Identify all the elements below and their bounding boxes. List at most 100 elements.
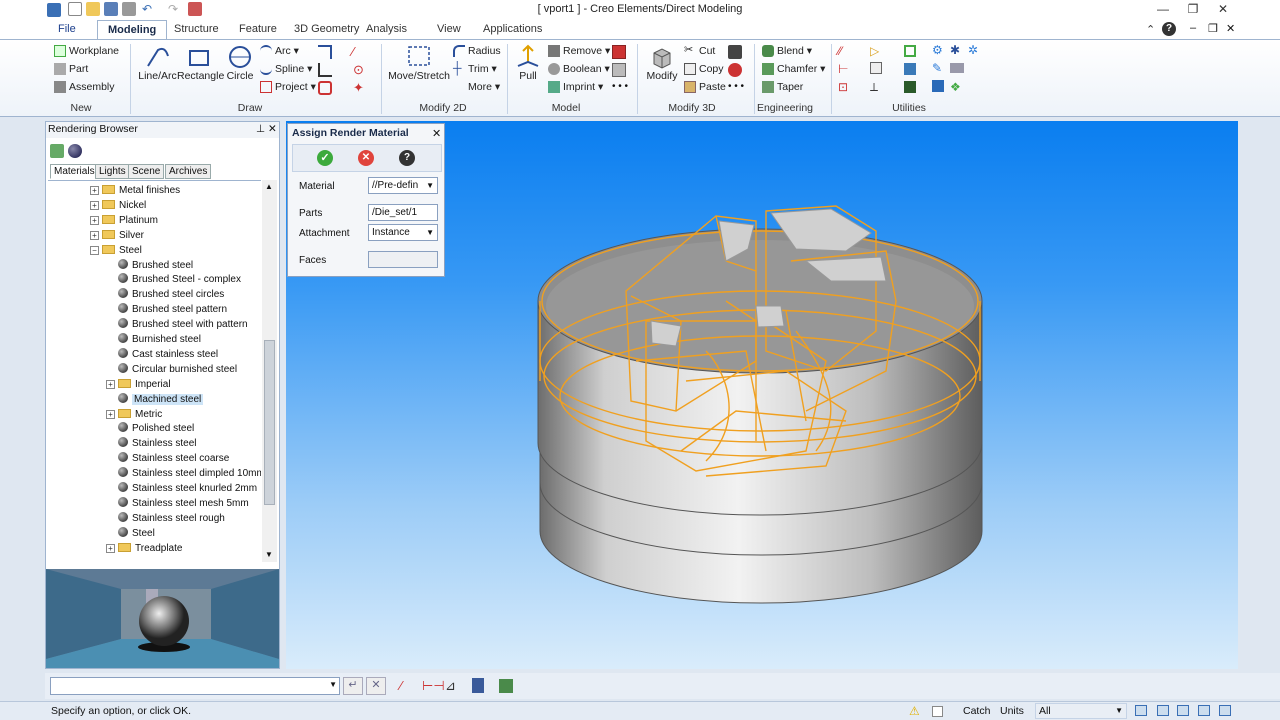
tree-scrollbar[interactable]: ▲ ▼ (262, 180, 277, 562)
expand-icon[interactable]: + (90, 200, 99, 210)
cancel-x-icon[interactable]: ✕ (358, 150, 374, 166)
calculator-icon[interactable] (472, 678, 484, 693)
enter-icon[interactable]: ↵ (343, 677, 363, 695)
table-icon[interactable] (870, 62, 882, 74)
layout-quad-icon[interactable] (1177, 705, 1189, 716)
tree-material-item[interactable]: Stainless steel knurled 2mm (118, 481, 257, 496)
expand-icon[interactable]: + (106, 543, 115, 553)
warning-icon[interactable]: ⚠ (909, 704, 920, 718)
arc-button[interactable]: Arc ▾ (260, 45, 299, 57)
minimize-ribbon-icon[interactable]: ⌃ (1146, 23, 1155, 36)
taper-button[interactable]: Taper (762, 81, 803, 94)
tab-analysis[interactable]: Analysis (356, 20, 417, 40)
attachment-select[interactable]: Instance ▼ (368, 224, 438, 241)
paste-button[interactable]: Paste (684, 81, 726, 94)
line-tool-icon[interactable]: ⁄ (352, 44, 354, 59)
sketch-icon[interactable] (318, 81, 332, 95)
tree-material-item[interactable]: Brushed Steel - complex (118, 272, 241, 287)
layout-horizontal-icon[interactable] (1219, 705, 1231, 716)
command-input[interactable]: ▼ (50, 677, 340, 695)
doc-minimize-button[interactable]: – (1190, 22, 1196, 34)
remove-button[interactable]: Remove ▾ (548, 45, 610, 58)
select-filter-icon[interactable] (904, 45, 916, 57)
tree-folder[interactable]: + Treadplate (106, 541, 182, 556)
tree-material-item[interactable]: Brushed steel with pattern (118, 317, 248, 332)
tab-lights[interactable]: Lights (95, 164, 130, 179)
tree-material-item[interactable]: Circular burnished steel (118, 362, 237, 377)
move-stretch-button[interactable]: Move/Stretch (388, 44, 450, 82)
sphere-icon[interactable] (68, 144, 82, 158)
crosshair-icon[interactable]: ⊙ (353, 62, 364, 78)
tree-folder[interactable]: − Steel (90, 243, 142, 258)
close-button[interactable]: ✕ (1211, 2, 1235, 18)
part-button[interactable]: Part (54, 63, 88, 76)
cube-view-icon[interactable] (904, 63, 916, 75)
restore-button[interactable]: ❐ (1181, 2, 1205, 18)
ok-check-icon[interactable]: ✓ (317, 150, 333, 166)
tab-archives[interactable]: Archives (165, 164, 212, 179)
tree-folder[interactable]: + Imperial (106, 377, 171, 392)
layout-split-icon[interactable] (1157, 705, 1169, 716)
tree-material-item[interactable]: Cast stainless steel (118, 347, 218, 362)
trim-button[interactable]: ┼ Trim ▾ (453, 62, 497, 75)
line-arc-button[interactable]: Line/Arc (135, 44, 180, 82)
angle-snap-icon[interactable]: ⊿ (445, 678, 456, 694)
network-icon[interactable]: ✲ (968, 43, 978, 57)
cube-icon[interactable] (932, 80, 944, 92)
collapse-icon[interactable]: − (90, 245, 99, 255)
point-icon[interactable]: ✦ (353, 80, 364, 96)
flag-icon[interactable]: ▷ (870, 44, 879, 58)
layout-vertical-icon[interactable] (1198, 705, 1210, 716)
expand-icon[interactable]: + (106, 409, 115, 419)
gear-icon[interactable]: ⚙ (932, 43, 943, 57)
parts-field[interactable]: /Die_set/1 (368, 204, 438, 221)
boolean-button[interactable]: Boolean ▾ (548, 63, 610, 76)
blend-button[interactable]: Blend ▾ (762, 45, 812, 58)
tree-material-item[interactable]: Burnished steel (118, 332, 201, 347)
tab-modeling[interactable]: Modeling (97, 20, 168, 40)
pattern-icon[interactable] (728, 63, 742, 77)
pull-button[interactable]: Pull (512, 44, 544, 82)
panel-close-icon[interactable]: ✕ (268, 122, 277, 137)
cube-snap-icon[interactable] (499, 679, 513, 693)
workplane-button[interactable]: Workplane (54, 45, 119, 58)
units-label[interactable]: Units (1000, 705, 1024, 717)
tree-material-item[interactable]: Stainless steel dimpled 10mm (118, 466, 261, 481)
copy-button[interactable]: Copy (684, 63, 724, 76)
layout-single-icon[interactable] (1135, 705, 1147, 716)
tree-material-item[interactable]: Stainless steel mesh 5mm (118, 496, 249, 511)
tab-structure[interactable]: Structure (164, 20, 229, 40)
tree-folder[interactable]: + Metric (106, 407, 162, 422)
tab-applications[interactable]: Applications (473, 20, 552, 40)
assembly-button[interactable]: Assembly (54, 81, 115, 94)
tab-view[interactable]: View (427, 20, 471, 40)
tab-file[interactable]: File (48, 20, 86, 40)
scroll-thumb[interactable] (264, 340, 275, 505)
tree-folder[interactable]: + Platinum (90, 213, 158, 228)
scroll-up-icon[interactable]: ▲ (265, 182, 273, 191)
expand-icon[interactable]: + (90, 230, 99, 240)
more-modify-icon[interactable]: • • • (728, 81, 744, 92)
faces-field[interactable] (368, 251, 438, 268)
keyboard-icon[interactable] (950, 63, 964, 73)
imprint-button[interactable]: Imprint ▾ (548, 81, 603, 94)
tree-folder[interactable]: + Metal finishes (90, 183, 180, 198)
expand-icon[interactable]: + (90, 215, 99, 225)
line-snap-icon[interactable]: ⁄ (400, 678, 402, 693)
dimension-snap-icon[interactable]: ⊢⊣ (422, 678, 445, 694)
expand-icon[interactable]: + (90, 186, 99, 195)
expand-icon[interactable]: + (106, 379, 115, 389)
tree-material-item[interactable]: Machined steel (118, 392, 204, 407)
scroll-down-icon[interactable]: ▼ (265, 550, 273, 559)
minimize-button[interactable]: — (1151, 2, 1175, 18)
tree-material-item[interactable]: Brushed steel pattern (118, 302, 227, 317)
help-icon[interactable]: ? (1162, 22, 1176, 36)
offset-icon[interactable] (318, 45, 332, 59)
measure-icon[interactable]: ⁄⁄ (838, 44, 842, 58)
tree-material-item[interactable]: Brushed steel circles (118, 287, 224, 302)
doc-close-button[interactable]: ✕ (1226, 22, 1235, 35)
pin-icon[interactable]: ⊥ (256, 122, 265, 137)
tree-folder[interactable]: + Silver (90, 228, 144, 243)
settings-icon[interactable]: ✱ (950, 43, 960, 57)
modify-button[interactable]: Modify (645, 44, 679, 82)
